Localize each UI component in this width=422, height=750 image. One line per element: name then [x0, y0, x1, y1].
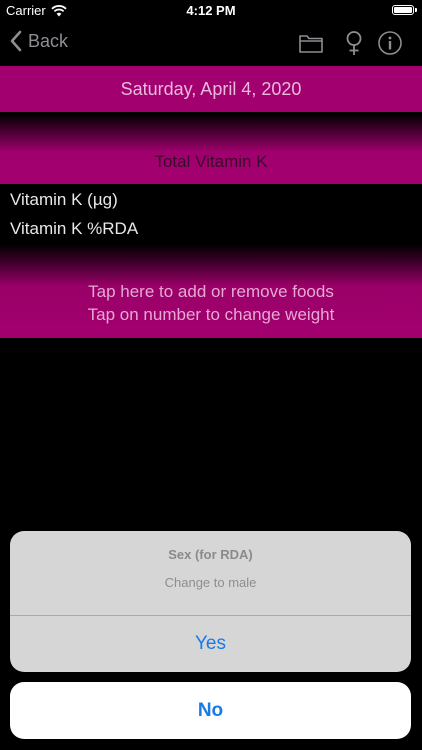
nav-bar: Back [0, 22, 422, 66]
food-hint-line2: Tap on number to change weight [87, 305, 335, 324]
date-selector[interactable]: Saturday, April 4, 2020 [0, 66, 422, 112]
action-sheet: Sex (for RDA) Change to male Yes [10, 531, 411, 672]
chevron-left-icon [10, 30, 22, 52]
action-sheet-title: Sex (for RDA) [168, 547, 253, 562]
battery-icon [392, 5, 414, 15]
info-icon[interactable] [377, 30, 403, 56]
status-time: 4:12 PM [186, 3, 236, 18]
nutrient-row-amount: Vitamin K (µg) [10, 190, 118, 209]
status-bar: Carrier 4:12 PM [0, 0, 422, 22]
folder-icon[interactable] [298, 30, 324, 56]
action-sheet-message: Change to male [164, 575, 257, 590]
total-header: Total Vitamin K [0, 114, 422, 184]
date-label: Saturday, April 4, 2020 [120, 79, 302, 99]
total-label: Total Vitamin K [154, 152, 268, 171]
back-label: Back [28, 30, 69, 51]
nutrient-row-rda: Vitamin K %RDA [10, 219, 139, 238]
food-hint-line1: Tap here to add or remove foods [88, 282, 334, 301]
battery-tip [415, 8, 417, 12]
edit-foods-bar[interactable]: Tap here to add or remove foods Tap on n… [0, 244, 422, 338]
screen: Carrier 4:12 PM Back Saturday, April 4, … [0, 0, 422, 750]
female-sex-icon[interactable] [341, 30, 367, 56]
no-button[interactable]: No [10, 682, 411, 739]
yes-button[interactable]: Yes [10, 616, 411, 672]
back-button[interactable]: Back [10, 30, 68, 52]
